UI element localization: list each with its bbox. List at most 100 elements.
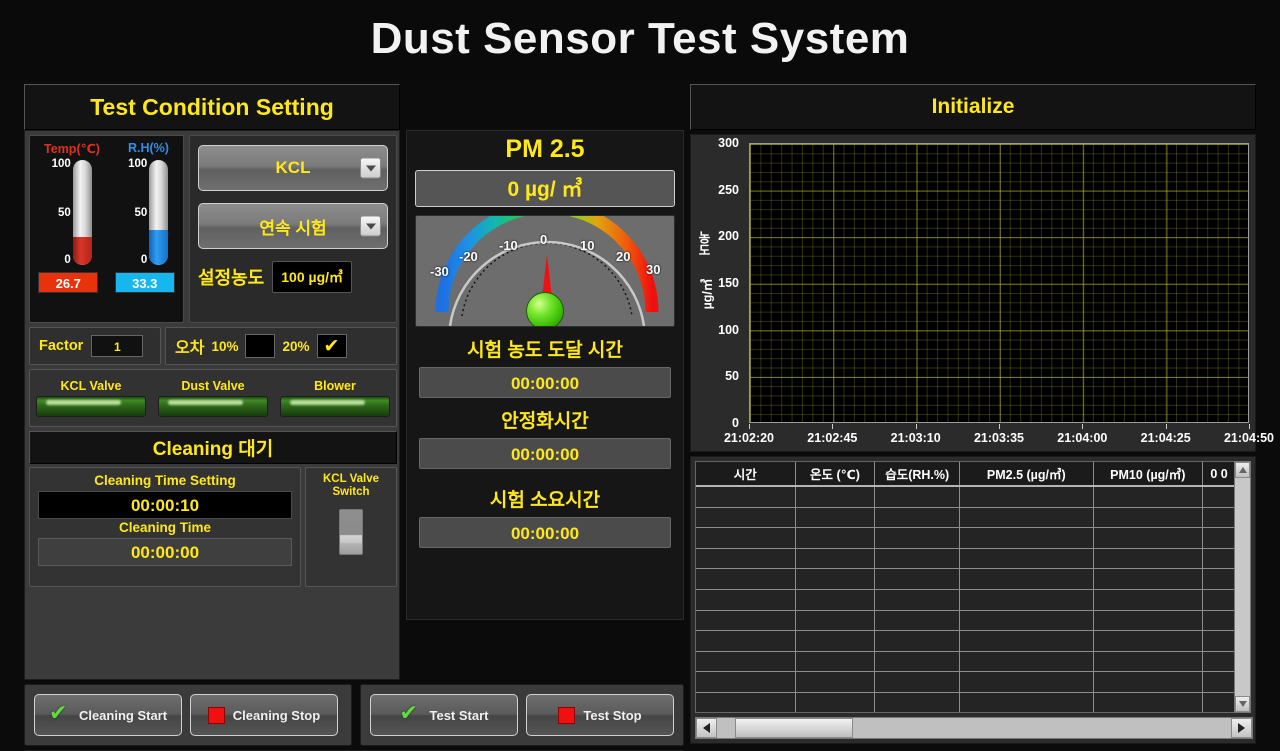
kcl-valve-switch-toggle[interactable] (339, 509, 363, 555)
gauge-tick-10: 10 (580, 238, 594, 253)
tolerance-group: 오차 10% 20% (165, 327, 397, 365)
x-tickmark-0 (749, 424, 750, 429)
table-row[interactable] (696, 549, 1236, 570)
kcl-valve-led-icon (36, 396, 146, 417)
table-cell (960, 590, 1094, 610)
table-cell (1094, 611, 1204, 631)
cleaning-time-setting-input[interactable]: 00:00:10 (38, 491, 292, 519)
pm25-gauge: -30-20-100102030 (415, 215, 675, 327)
chart-plot-area[interactable] (749, 143, 1249, 423)
x-tick-6: 21:04:50 (1224, 431, 1274, 445)
scroll-down-arrow-icon[interactable] (1235, 696, 1250, 712)
x-tick-5: 21:04:25 (1141, 431, 1191, 445)
table-cell (1094, 487, 1204, 507)
test-mode-dropdown-value: 연속 시험 (259, 214, 326, 239)
table-cell (875, 672, 960, 692)
table-col-header-1[interactable]: 온도 (℃) (796, 462, 876, 485)
table-row[interactable] (696, 693, 1236, 713)
table-cell (796, 631, 876, 651)
table-row[interactable] (696, 508, 1236, 529)
scroll-right-arrow-icon[interactable] (1231, 718, 1252, 738)
y-tick-300: 300 (718, 136, 739, 150)
table-row[interactable] (696, 487, 1236, 508)
table-body (696, 487, 1236, 713)
gauge-tick--30: -30 (430, 264, 449, 279)
set-density-input[interactable]: 100 µg/㎥ (272, 261, 352, 293)
table-cell (796, 652, 876, 672)
chevron-down-icon[interactable] (360, 158, 381, 179)
table-col-header-4[interactable]: PM10 (µg/㎥) (1094, 462, 1204, 485)
cleaning-time-setting-label: Cleaning Time Setting (38, 473, 292, 488)
table-cell (875, 631, 960, 651)
table-row[interactable] (696, 569, 1236, 590)
x-tick-1: 21:02:45 (807, 431, 857, 445)
humidity-label: R.H(%) (128, 141, 169, 156)
x-tickmark-1 (832, 424, 833, 429)
table-cell (960, 672, 1094, 692)
scroll-up-arrow-icon[interactable] (1235, 462, 1250, 478)
tolerance-20-checkbox[interactable] (317, 334, 347, 358)
material-dropdown-value: KCL (276, 158, 311, 178)
kcl-valve-switch-label-line2: Switch (332, 486, 369, 499)
scroll-left-arrow-icon[interactable] (696, 718, 717, 738)
table-cell (1203, 569, 1236, 589)
table-row[interactable] (696, 528, 1236, 549)
table-vertical-scrollbar[interactable] (1234, 461, 1251, 713)
page-title: Dust Sensor Test System (371, 14, 910, 64)
table-cell (1094, 652, 1204, 672)
table-horizontal-scrollbar[interactable] (695, 717, 1253, 739)
table-cell (960, 611, 1094, 631)
valve-indicators: KCL Valve Dust Valve Blower (29, 369, 397, 427)
chart-y-tick-labels: 050100150200250300 (705, 143, 739, 423)
material-dropdown[interactable]: KCL (198, 145, 388, 191)
test-mode-dropdown[interactable]: 연속 시험 (198, 203, 388, 249)
test-stop-label: Test Stop (583, 708, 641, 723)
table-cell (696, 549, 796, 569)
rh-fill (149, 230, 168, 265)
table-row[interactable] (696, 611, 1236, 632)
table-col-header-3[interactable]: PM2.5 (µg/㎥) (960, 462, 1094, 485)
tolerance-10-label: 10% (211, 339, 238, 354)
table-cell (1203, 652, 1236, 672)
dust-valve-indicator: Dust Valve (158, 379, 268, 417)
table-cell (875, 508, 960, 528)
hscroll-thumb[interactable] (735, 718, 853, 738)
temp-fill (73, 237, 92, 265)
cleaning-start-button[interactable]: Cleaning Start (34, 694, 182, 736)
test-start-button[interactable]: Test Start (370, 694, 518, 736)
data-table[interactable]: 시간온도 (℃)습도(RH.%)PM2.5 (µg/㎥)PM10 (µg/㎥)0… (695, 461, 1237, 713)
y-tick-100: 100 (718, 323, 739, 337)
table-header-row: 시간온도 (℃)습도(RH.%)PM2.5 (µg/㎥)PM10 (µg/㎥)0… (696, 462, 1236, 487)
table-row[interactable] (696, 652, 1236, 673)
dust-valve-led-icon (158, 396, 268, 417)
table-cell (1203, 549, 1236, 569)
pm25-value-display: 0 µg/ ㎥ (415, 170, 675, 207)
table-row[interactable] (696, 631, 1236, 652)
blower-indicator: Blower (280, 379, 390, 417)
table-cell (796, 528, 876, 548)
table-col-header-0[interactable]: 시간 (696, 462, 796, 485)
timer-value-1: 00:00:00 (419, 438, 671, 469)
table-cell (960, 693, 1094, 713)
chevron-down-icon[interactable] (360, 216, 381, 237)
table-col-header-2[interactable]: 습도(RH.%) (875, 462, 960, 485)
cleaning-status-header: Cleaning 대기 (29, 431, 397, 464)
blower-label: Blower (280, 379, 390, 393)
timer-label-1: 안정화시간 (407, 406, 683, 433)
table-row[interactable] (696, 672, 1236, 693)
blower-led-icon (280, 396, 390, 417)
table-col-header-5[interactable]: 0 0 (1203, 462, 1236, 485)
table-cell (796, 611, 876, 631)
test-stop-button[interactable]: Test Stop (526, 694, 674, 736)
rh-scale-50: 50 (134, 207, 147, 219)
table-cell (960, 652, 1094, 672)
y-tick-250: 250 (718, 183, 739, 197)
factor-input[interactable]: 1 (91, 335, 143, 357)
hscroll-track[interactable] (717, 718, 1231, 738)
tolerance-10-checkbox[interactable] (245, 334, 275, 358)
cleaning-stop-button[interactable]: Cleaning Stop (190, 694, 338, 736)
action-buttons-row: Cleaning Start Cleaning Stop Test Start … (24, 684, 684, 746)
timer-label-2: 시험 소요시간 (407, 485, 683, 512)
table-row[interactable] (696, 590, 1236, 611)
rh-tube (149, 160, 168, 265)
